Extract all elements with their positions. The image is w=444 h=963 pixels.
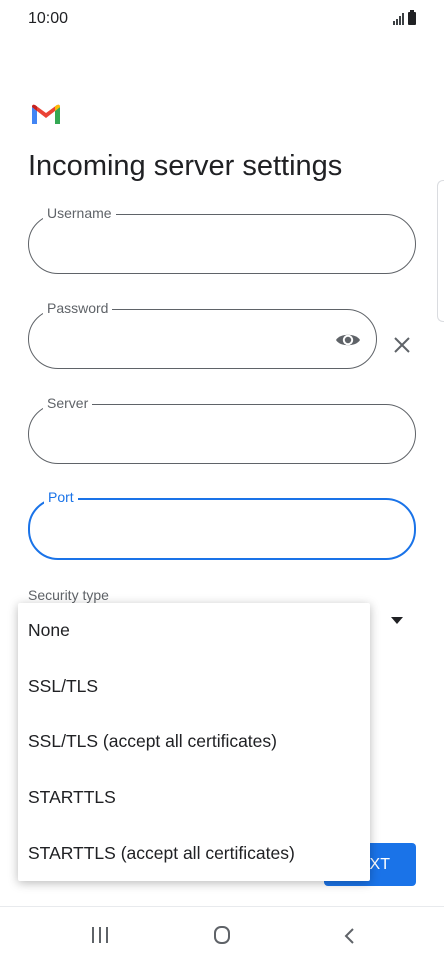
dropdown-arrow-icon[interactable] xyxy=(391,617,403,624)
password-label: Password xyxy=(43,300,113,316)
port-field[interactable]: Port xyxy=(28,489,416,560)
username-label: Username xyxy=(43,205,116,221)
menu-item-starttls[interactable]: STARTTLS xyxy=(18,770,370,826)
gmail-logo-icon xyxy=(32,104,60,124)
security-type-label: Security type xyxy=(28,587,109,603)
username-field[interactable]: Username xyxy=(28,205,416,274)
recent-apps-icon[interactable] xyxy=(92,927,108,943)
scrollbar[interactable] xyxy=(437,180,444,322)
server-field[interactable]: Server xyxy=(28,395,416,464)
password-field[interactable]: Password xyxy=(28,300,377,369)
server-label: Server xyxy=(43,395,93,411)
menu-item-ssl-tls[interactable]: SSL/TLS xyxy=(18,659,370,715)
battery-icon xyxy=(408,10,416,25)
close-icon[interactable] xyxy=(391,334,413,356)
port-input[interactable] xyxy=(48,518,396,544)
status-icons xyxy=(393,10,416,25)
home-icon[interactable] xyxy=(214,926,230,944)
password-input[interactable] xyxy=(47,328,324,354)
port-label: Port xyxy=(44,489,78,505)
status-bar: 10:00 xyxy=(0,0,444,40)
menu-item-none[interactable]: None xyxy=(18,603,370,659)
navigation-bar xyxy=(0,906,444,963)
username-input[interactable] xyxy=(47,233,397,259)
security-type-menu: None SSL/TLS SSL/TLS (accept all certifi… xyxy=(18,603,370,881)
menu-item-starttls-accept-all[interactable]: STARTTLS (accept all certificates) xyxy=(18,825,370,881)
server-input[interactable] xyxy=(47,423,397,449)
page-title: Incoming server settings xyxy=(28,150,343,182)
back-icon[interactable] xyxy=(342,927,358,945)
eye-icon[interactable] xyxy=(334,328,362,352)
menu-item-ssl-tls-accept-all[interactable]: SSL/TLS (accept all certificates) xyxy=(18,714,370,770)
status-time: 10:00 xyxy=(28,10,69,27)
signal-icon xyxy=(393,13,404,25)
